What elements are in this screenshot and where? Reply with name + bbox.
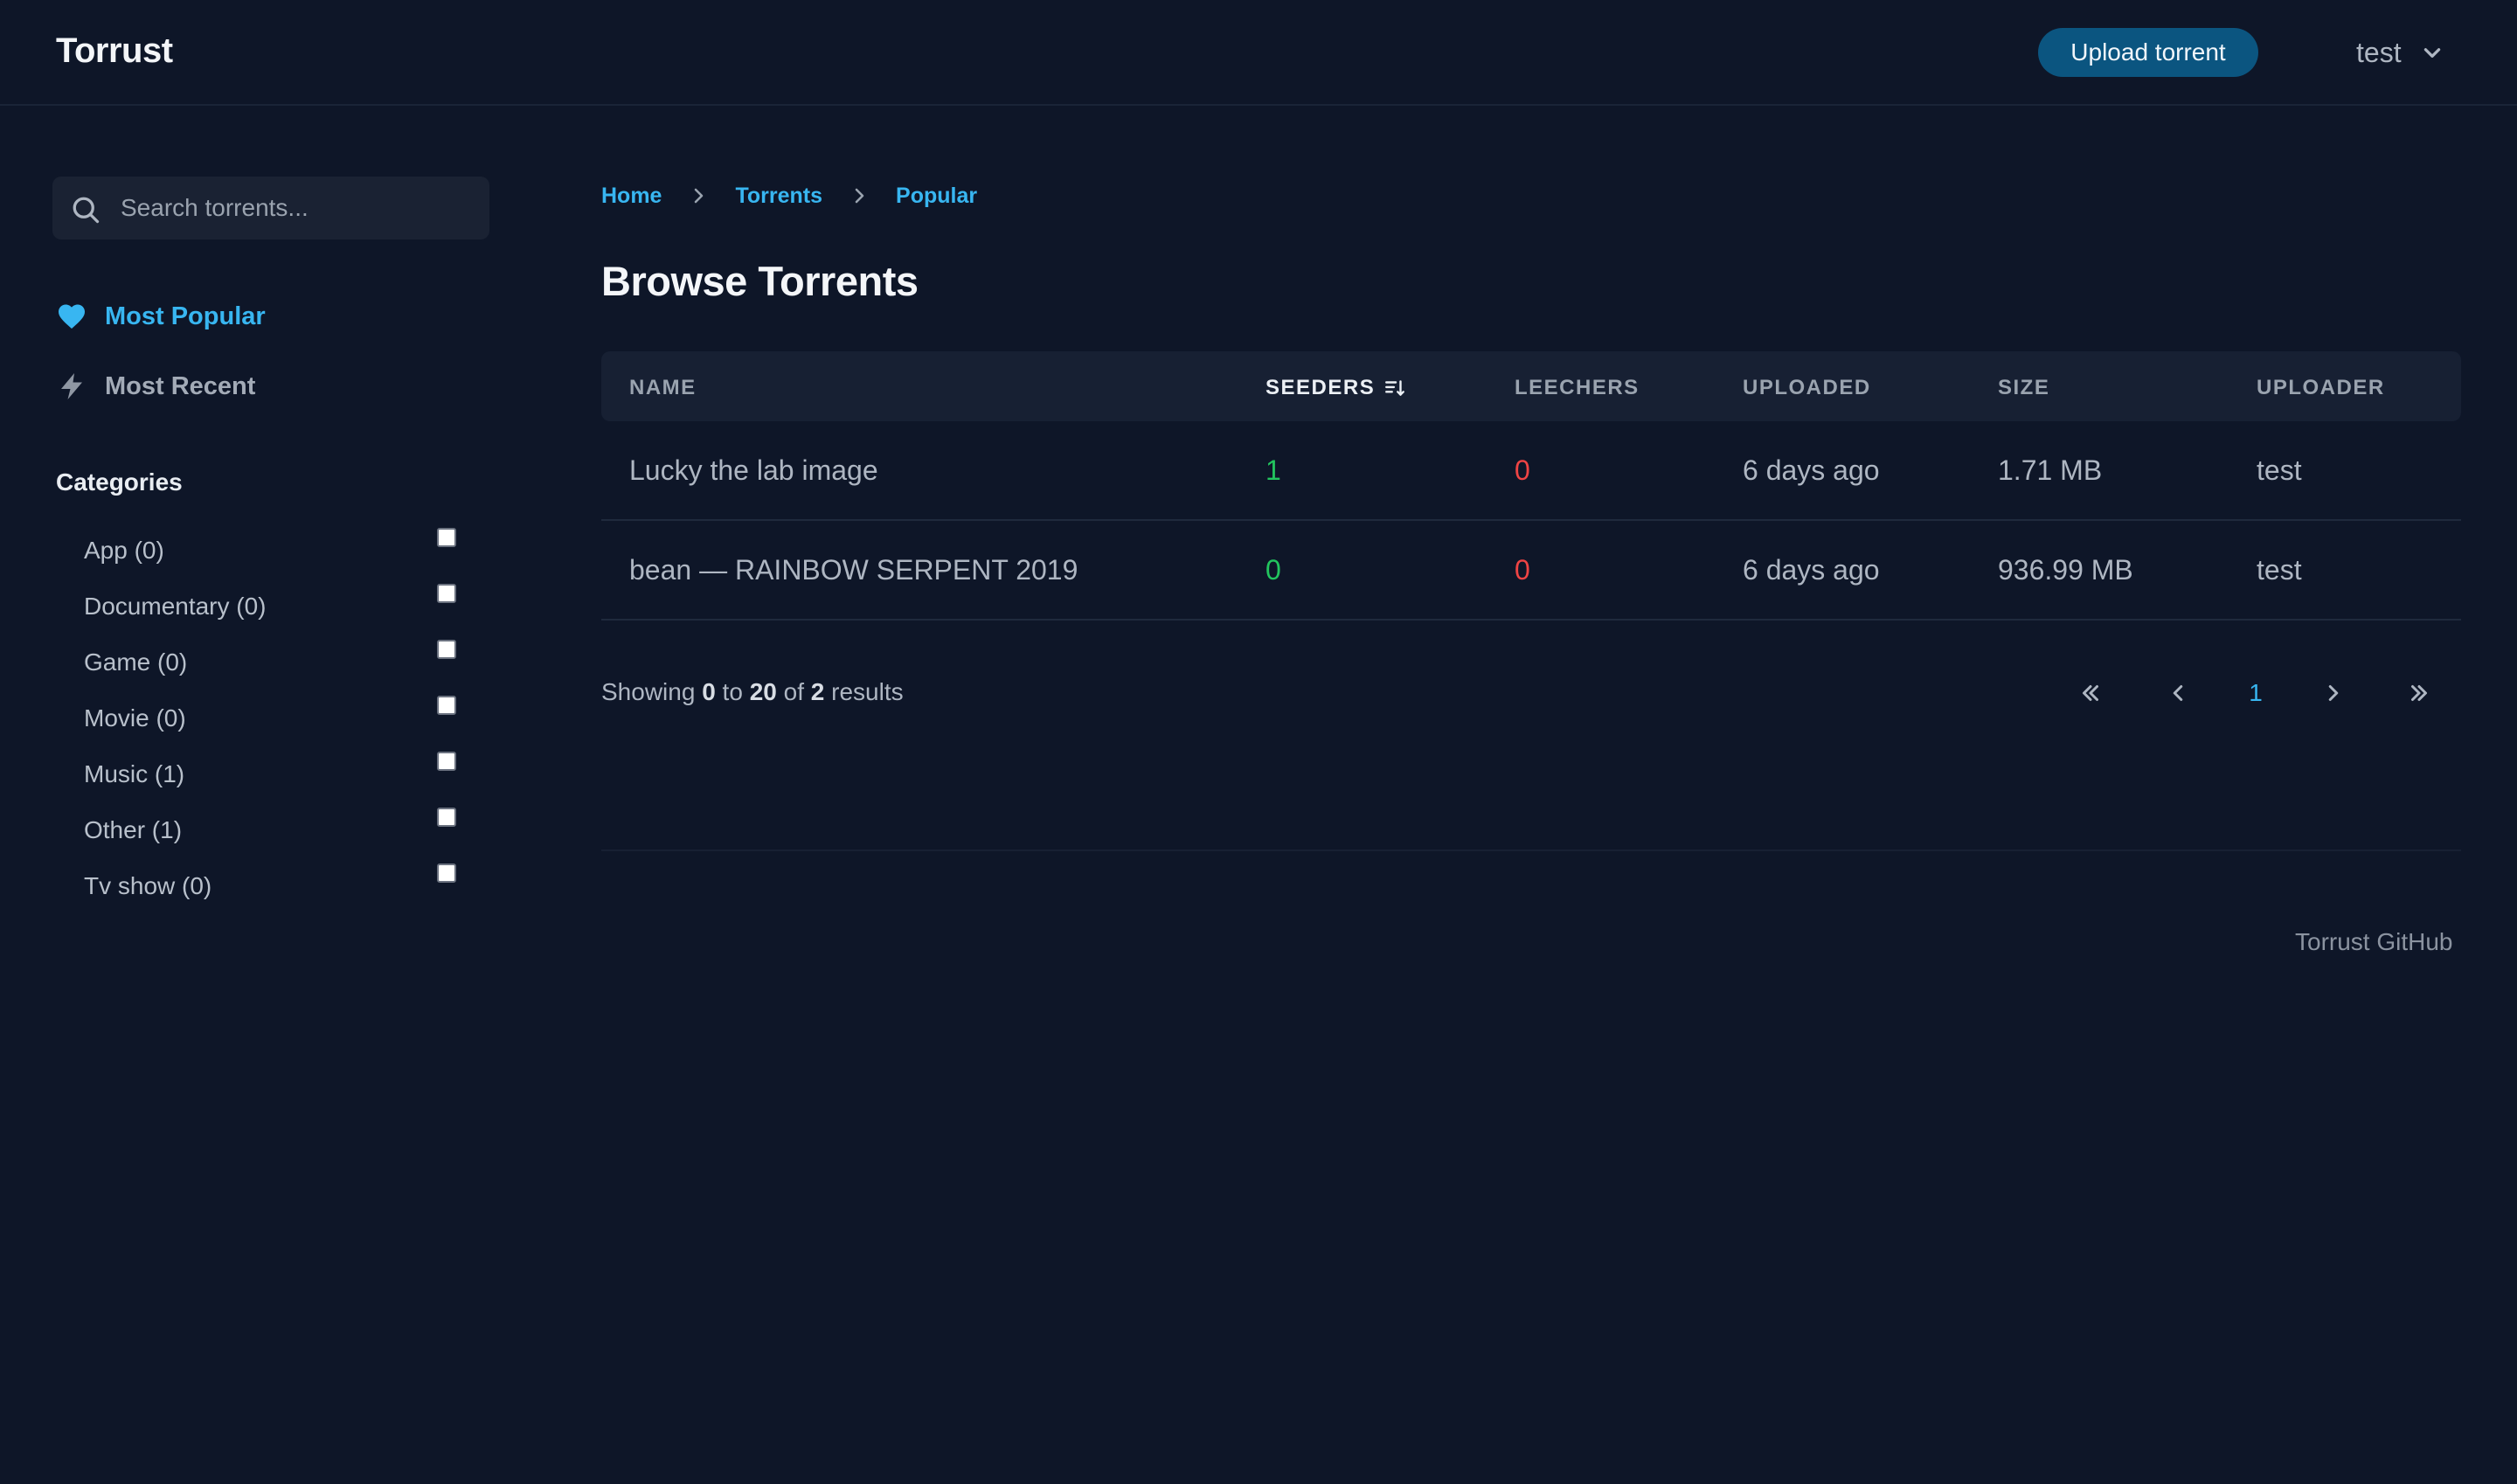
chevron-right-icon — [695, 188, 704, 204]
results-to-word: to — [722, 678, 743, 705]
first-page-button[interactable] — [2073, 676, 2108, 711]
torrent-size: 1.71 MB — [1998, 454, 2103, 486]
torrent-name[interactable]: Lucky the lab image — [629, 454, 878, 487]
top-navbar: Torrust Upload torrent test — [0, 0, 2517, 106]
category-row-documentary: Documentary (0) — [84, 584, 468, 622]
search-input[interactable] — [121, 177, 470, 239]
chevron-down-icon — [2423, 48, 2440, 58]
user-menu[interactable]: test — [2356, 33, 2444, 72]
torrent-name[interactable]: bean — RAINBOW SERPENT 2019 — [629, 554, 1078, 586]
results-prefix: Showing — [601, 678, 696, 705]
heart-icon — [59, 304, 85, 329]
breadcrumb-home[interactable]: Home — [601, 184, 662, 209]
category-row-tv-show: Tv show (0) — [84, 863, 468, 902]
category-label: Movie (0) — [84, 704, 186, 732]
nav-most-popular[interactable]: Most Popular — [56, 297, 266, 336]
chevrons-right-icon — [2411, 685, 2427, 701]
category-label: Documentary (0) — [84, 593, 267, 620]
breadcrumb-torrents[interactable]: Torrents — [735, 184, 822, 209]
footer-divider — [601, 849, 2461, 851]
results-of-word: of — [783, 678, 804, 705]
uploader-name: test — [2257, 454, 2302, 486]
chevron-right-icon — [2328, 685, 2339, 701]
chevron-right-icon — [855, 188, 864, 204]
category-row-game: Game (0) — [84, 640, 468, 678]
upload-torrent-button[interactable]: Upload torrent — [2038, 28, 2258, 77]
bolt-icon — [61, 373, 82, 399]
search-icon — [73, 197, 100, 224]
column-header-label: LEECHERS — [1515, 376, 1640, 399]
category-checkbox[interactable] — [437, 863, 456, 883]
column-header-label: NAME — [629, 376, 697, 399]
column-header-uploaded[interactable]: UPLOADED — [1743, 376, 1871, 400]
nav-most-recent-label: Most Recent — [105, 371, 256, 400]
results-from: 0 — [702, 678, 716, 705]
category-checkbox[interactable] — [437, 528, 456, 547]
torrent-size: 936.99 MB — [1998, 554, 2133, 586]
leechers-count: 0 — [1515, 554, 1530, 586]
results-summary: Showing 0 to 20 of 2 results — [601, 678, 904, 706]
breadcrumb-popular[interactable]: Popular — [896, 184, 977, 209]
uploader-name: test — [2257, 554, 2302, 586]
category-label: App (0) — [84, 537, 164, 564]
uploaded-date: 6 days ago — [1743, 454, 1880, 486]
column-header-label: UPLOADER — [2257, 376, 2385, 399]
breadcrumb: Home Torrents Popular — [601, 178, 977, 213]
last-page-button[interactable] — [2402, 676, 2437, 711]
column-header-name[interactable]: NAME — [629, 376, 697, 400]
nav-most-recent[interactable]: Most Recent — [56, 367, 255, 406]
column-header-label: SIZE — [1998, 376, 2050, 399]
site-logo[interactable]: Torrust — [56, 31, 173, 71]
results-suffix: results — [831, 678, 904, 705]
footer-github-link[interactable]: Torrust GitHub — [2295, 928, 2453, 956]
category-row-other: Other (1) — [84, 808, 468, 846]
seeders-count: 1 — [1265, 454, 1281, 486]
category-checkbox[interactable] — [437, 640, 456, 659]
results-total: 2 — [810, 678, 825, 705]
category-checkbox[interactable] — [437, 584, 456, 603]
column-header-size[interactable]: SIZE — [1998, 376, 2049, 400]
column-header-seeders[interactable]: SEEDERS — [1265, 376, 1406, 400]
search-box — [52, 177, 489, 239]
nav-most-popular-label: Most Popular — [105, 302, 266, 330]
results-to: 20 — [749, 678, 777, 705]
category-checkbox[interactable] — [437, 752, 456, 771]
page-number-current[interactable]: 1 — [2238, 676, 2273, 711]
column-header-uploader[interactable]: UPLOADER — [2257, 376, 2385, 400]
seeders-count: 0 — [1265, 554, 1281, 586]
category-label: Music (1) — [84, 760, 185, 787]
sort-descending-icon — [1385, 380, 1405, 396]
column-header-label: UPLOADED — [1743, 376, 1871, 399]
next-page-button[interactable] — [2316, 676, 2351, 711]
page-title: Browse Torrents — [601, 258, 919, 304]
previous-page-button[interactable] — [2160, 676, 2195, 711]
category-label: Tv show (0) — [84, 872, 212, 899]
table-row[interactable]: Lucky the lab image 1 0 6 days ago 1.71 … — [601, 421, 2461, 521]
table-row[interactable]: bean — RAINBOW SERPENT 2019 0 0 6 days a… — [601, 521, 2461, 621]
category-label: Game (0) — [84, 648, 188, 676]
category-row-movie: Movie (0) — [84, 696, 468, 734]
category-checkbox[interactable] — [437, 696, 456, 715]
category-label: Other (1) — [84, 816, 183, 843]
column-header-leechers[interactable]: LEECHERS — [1515, 376, 1640, 400]
table-header: NAME SEEDERS LEECHERS UPLOADED SIZE UPLO… — [601, 351, 2461, 421]
torrents-table: NAME SEEDERS LEECHERS UPLOADED SIZE UPLO… — [601, 351, 2461, 621]
category-checkbox[interactable] — [437, 808, 456, 827]
leechers-count: 0 — [1515, 454, 1530, 486]
column-header-label: SEEDERS — [1265, 376, 1376, 399]
uploaded-date: 6 days ago — [1743, 554, 1880, 586]
category-row-app: App (0) — [84, 528, 468, 566]
category-row-music: Music (1) — [84, 752, 468, 790]
chevrons-left-icon — [2083, 685, 2098, 701]
chevron-left-icon — [2173, 685, 2183, 701]
user-name: test — [2356, 36, 2402, 68]
categories-heading: Categories — [56, 468, 183, 496]
